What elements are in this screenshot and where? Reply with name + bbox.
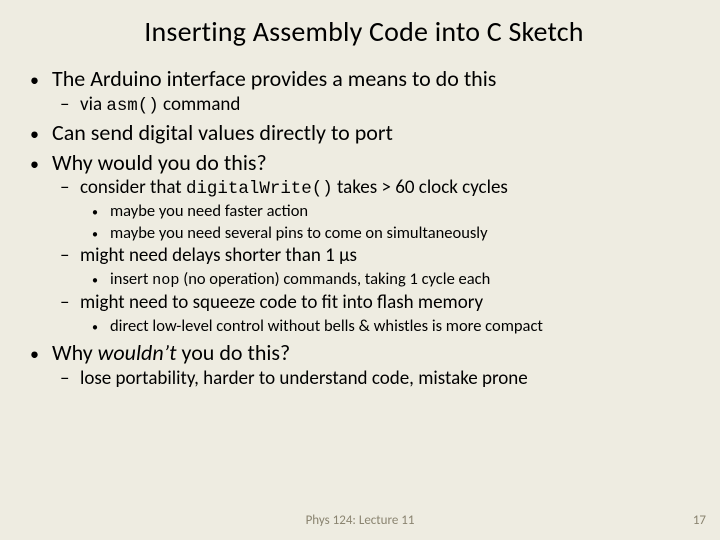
- list-item: • maybe you need several pins to come on…: [92, 223, 698, 245]
- bullet-text: Why wouldn’t you do this?: [52, 339, 290, 367]
- bullet-text: direct low-level control without bells &…: [110, 316, 543, 338]
- bullet-text: Can send digital values directly to port: [52, 119, 393, 147]
- bullet-icon: •: [92, 206, 110, 222]
- bullet-icon: •: [92, 228, 110, 244]
- dash-icon: –: [60, 244, 80, 269]
- bullet-text: Why would you do this?: [52, 149, 267, 177]
- bullet-text: might need to squeeze code to fit into f…: [80, 291, 483, 316]
- dash-icon: –: [60, 176, 80, 201]
- list-item: • direct low-level control without bells…: [92, 316, 698, 338]
- list-item: • Can send digital values directly to po…: [30, 119, 698, 147]
- footer-label: Phys 124: Lecture 11: [0, 513, 720, 528]
- list-item: – consider that digitalWrite() takes > 6…: [60, 176, 698, 244]
- dash-icon: –: [60, 93, 80, 118]
- list-item: – lose portability, harder to understand…: [60, 367, 698, 392]
- bullet-text: via asm() command: [80, 93, 240, 118]
- list-item: • maybe you need faster action: [92, 201, 698, 223]
- list-item: • The Arduino interface provides a means…: [30, 65, 698, 117]
- bullet-text: lose portability, harder to understand c…: [80, 367, 528, 392]
- bullet-icon: •: [30, 343, 52, 366]
- page-number: 17: [693, 513, 706, 528]
- code-span: digitalWrite(): [186, 179, 333, 199]
- bullet-icon: •: [92, 321, 110, 337]
- bullet-text: maybe you need several pins to come on s…: [110, 223, 488, 245]
- bullet-icon: •: [30, 153, 52, 176]
- slide-title: Inserting Assembly Code into C Sketch: [30, 14, 698, 49]
- dash-icon: –: [60, 367, 80, 392]
- bullet-icon: •: [30, 69, 52, 92]
- bullet-text: consider that digitalWrite() takes > 60 …: [80, 176, 508, 201]
- list-item: – via asm() command: [60, 93, 698, 118]
- bullet-text: insert nop (no operation) commands, taki…: [110, 269, 490, 291]
- list-item: • Why would you do this? – consider that…: [30, 149, 698, 338]
- list-item: – might need delays shorter than 1 μs • …: [60, 244, 698, 290]
- code-span: nop: [152, 271, 179, 289]
- list-item: • insert nop (no operation) commands, ta…: [92, 269, 698, 291]
- bullet-list: • The Arduino interface provides a means…: [30, 65, 698, 392]
- bullet-text: maybe you need faster action: [110, 201, 308, 223]
- list-item: • Why wouldn’t you do this? – lose porta…: [30, 339, 698, 391]
- bullet-text: The Arduino interface provides a means t…: [52, 65, 496, 93]
- bullet-text: might need delays shorter than 1 μs: [80, 244, 357, 269]
- list-item: – might need to squeeze code to fit into…: [60, 291, 698, 337]
- bullet-icon: •: [30, 123, 52, 146]
- bullet-icon: •: [92, 274, 110, 290]
- dash-icon: –: [60, 291, 80, 316]
- code-span: asm(): [106, 96, 158, 116]
